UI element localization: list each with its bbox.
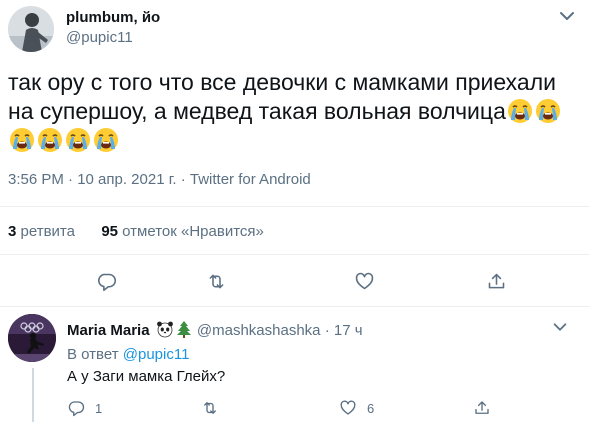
reply-author-avatar[interactable]	[8, 314, 56, 362]
reply-to-prefix: В ответ	[67, 346, 119, 363]
share-icon	[488, 273, 504, 288]
retweet-icon	[209, 274, 223, 288]
crying-emoji-icon	[94, 128, 118, 152]
author-avatar[interactable]	[8, 6, 54, 52]
divider	[0, 206, 589, 207]
author-name[interactable]: plumbum, йо	[66, 9, 160, 26]
reply-like-count: 6	[367, 400, 375, 416]
meta-separator: ·	[180, 171, 190, 188]
tweet-text-body: так ору с того что все девочки с мамками…	[8, 69, 556, 124]
reply-like-button[interactable]: 6	[339, 397, 374, 419]
emoji-row-2	[8, 127, 120, 153]
author-handle[interactable]: @pupic11	[66, 29, 133, 46]
like-icon	[355, 272, 373, 289]
crying-emoji-icon	[535, 99, 560, 123]
meta-separator: ·	[324, 322, 334, 339]
retweets-label: ретвита	[20, 223, 75, 240]
reply-author-name[interactable]: Maria Maria	[67, 322, 150, 339]
likes-label: отметок «Нравится»	[122, 223, 264, 240]
divider	[0, 254, 589, 255]
reply-to-mention[interactable]: @pupic11	[123, 346, 190, 363]
evergreen-tree-icon	[176, 321, 191, 338]
reply-to-line: В ответ @pupic11	[67, 346, 189, 363]
tweet-text: так ору с того что все девочки с мамками…	[8, 68, 583, 155]
share-icon	[475, 401, 489, 414]
retweet-button[interactable]	[202, 267, 230, 295]
like-icon	[340, 400, 356, 415]
reply-more-options-icon[interactable]	[549, 318, 571, 340]
crying-emoji-icon	[507, 99, 532, 123]
reply-reply-count: 1	[95, 400, 103, 416]
panda-face-icon	[156, 321, 173, 338]
tweet-meta: 3:56 PM · 10 апр. 2021 г. · Twitter for …	[8, 171, 311, 188]
retweets-count: 3	[8, 223, 17, 240]
reply-header: Maria Maria @mashkashashka · 17 ч	[67, 320, 363, 339]
likes-stat[interactable]: 95 отметок «Нравится»	[101, 223, 264, 240]
tweet-timestamp[interactable]: 3:56 PM · 10 апр. 2021 г.	[8, 171, 177, 188]
crying-emoji-icon	[10, 128, 34, 152]
thread-line	[32, 368, 34, 422]
reply-retweet-button[interactable]	[201, 397, 229, 419]
reply-time[interactable]: 17 ч	[334, 322, 363, 339]
tweet-source[interactable]: Twitter for Android	[190, 171, 311, 188]
share-button[interactable]	[482, 267, 510, 295]
like-button[interactable]	[350, 267, 378, 295]
crying-emoji-icon	[66, 128, 90, 152]
divider	[0, 306, 589, 307]
retweets-stat[interactable]: 3 ретвита	[8, 223, 75, 240]
reply-share-button[interactable]	[473, 397, 491, 419]
retweet-icon	[204, 402, 216, 414]
reply-icon	[68, 401, 85, 417]
reply-text: А у Заги мамка Глейх?	[67, 368, 226, 385]
engagement-stats: 3 ретвита 95 отметок «Нравится»	[8, 223, 264, 240]
crying-emoji-icon	[38, 128, 62, 152]
emoji-row-1	[506, 98, 562, 124]
reply-author-handle[interactable]: @mashkashashka	[197, 322, 321, 339]
reply-reply-button[interactable]: 1	[67, 397, 102, 419]
reply-button[interactable]	[92, 267, 120, 295]
likes-count: 95	[101, 223, 118, 240]
more-options-icon[interactable]	[556, 6, 578, 28]
reply-icon	[97, 273, 116, 291]
